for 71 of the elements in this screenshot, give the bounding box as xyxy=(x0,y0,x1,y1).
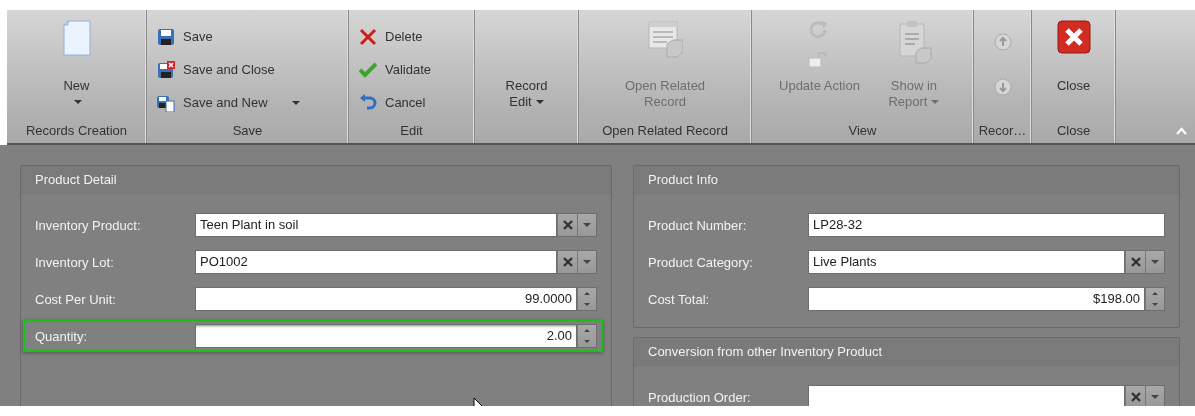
clear-button[interactable] xyxy=(557,250,577,274)
delete-icon xyxy=(359,27,377,46)
input-field[interactable] xyxy=(808,385,1125,406)
checkmark-icon xyxy=(359,60,377,79)
caret-icon xyxy=(291,101,300,107)
group-label: View xyxy=(847,122,878,140)
group-label: Close xyxy=(1055,122,1092,140)
panel-title: Conversion from other Inventory Product xyxy=(634,338,1179,366)
ribbon-button[interactable]: Delete xyxy=(355,24,468,49)
field-label: Cost Per Unit: xyxy=(34,291,117,307)
clear-icon xyxy=(1130,257,1141,267)
dropdown-button[interactable] xyxy=(1145,250,1165,274)
group-label: Open Related Record xyxy=(601,122,729,140)
dropdown-button[interactable] xyxy=(577,213,597,237)
spin-button[interactable] xyxy=(577,287,597,311)
panel-title: Product Detail xyxy=(21,166,611,194)
input-field[interactable]: Teen Plant in soil xyxy=(195,213,557,237)
spin-button[interactable] xyxy=(1145,287,1165,311)
caret-icon xyxy=(583,259,591,265)
caret-icon xyxy=(1151,394,1159,400)
field-label: Product Category: xyxy=(647,254,754,270)
ribbon-button[interactable]: Save xyxy=(153,24,342,49)
caret-icon xyxy=(931,100,940,106)
caret-icon xyxy=(535,100,544,106)
group-label: Recor… xyxy=(977,122,1028,140)
clear-button[interactable] xyxy=(1125,385,1145,406)
field-label: Cost Total: xyxy=(647,291,711,307)
input-field[interactable]: 2.00 xyxy=(195,324,577,348)
group-label: Records Creation xyxy=(24,122,129,140)
ribbon-button[interactable]: Save and Close xyxy=(153,57,342,82)
caret-icon xyxy=(1151,259,1159,265)
dropdown-button[interactable] xyxy=(1145,385,1165,406)
ribbon-button[interactable]: Save and New xyxy=(153,90,342,115)
close-icon xyxy=(1056,20,1091,54)
arrow-down-circle-icon xyxy=(993,78,1012,96)
field-label: Inventory Product: xyxy=(34,217,142,233)
input-field[interactable]: 99.0000 xyxy=(195,287,577,311)
chevron-up-icon[interactable] xyxy=(1176,127,1187,135)
panel-title: Product Info xyxy=(634,166,1179,194)
field-label: Quantity: xyxy=(34,328,89,344)
caret-icon xyxy=(583,222,591,228)
group-label: Save xyxy=(231,122,264,140)
field-label: Production Order: xyxy=(647,389,752,405)
ribbon-button[interactable]: Cancel xyxy=(355,90,468,115)
group-label: Edit xyxy=(399,122,424,140)
clear-icon xyxy=(562,257,573,267)
input-field[interactable]: $198.00 xyxy=(808,287,1145,311)
input-field[interactable]: Live Plants xyxy=(808,250,1125,274)
spin-arrows-icon xyxy=(583,292,591,306)
undo-arrow-icon xyxy=(359,93,377,112)
caret-icon xyxy=(74,100,83,106)
ribbon-button[interactable]: New xyxy=(59,10,94,119)
dropdown-button[interactable] xyxy=(577,250,597,274)
form-record-icon xyxy=(647,20,683,58)
document-icon xyxy=(61,20,92,56)
spin-button[interactable] xyxy=(577,324,597,348)
input-field[interactable]: LP28-32 xyxy=(808,213,1165,237)
clear-button[interactable] xyxy=(557,213,577,237)
clear-icon xyxy=(562,220,573,230)
spin-arrows-icon xyxy=(583,329,591,343)
floppy-disk-icon xyxy=(157,93,175,112)
field-label: Inventory Lot: xyxy=(34,254,115,270)
ribbon-button[interactable]: Validate xyxy=(355,57,468,82)
spin-arrows-icon xyxy=(1151,292,1159,306)
ribbon-button[interactable]: Close xyxy=(1054,10,1093,119)
ribbon-button[interactable]: Record Edit xyxy=(494,10,559,119)
clear-button[interactable] xyxy=(1125,250,1145,274)
field-label: Product Number: xyxy=(647,217,748,233)
input-field[interactable]: PO1002 xyxy=(195,250,557,274)
clear-icon xyxy=(1130,392,1141,402)
arrow-up-circle-icon xyxy=(993,33,1012,51)
